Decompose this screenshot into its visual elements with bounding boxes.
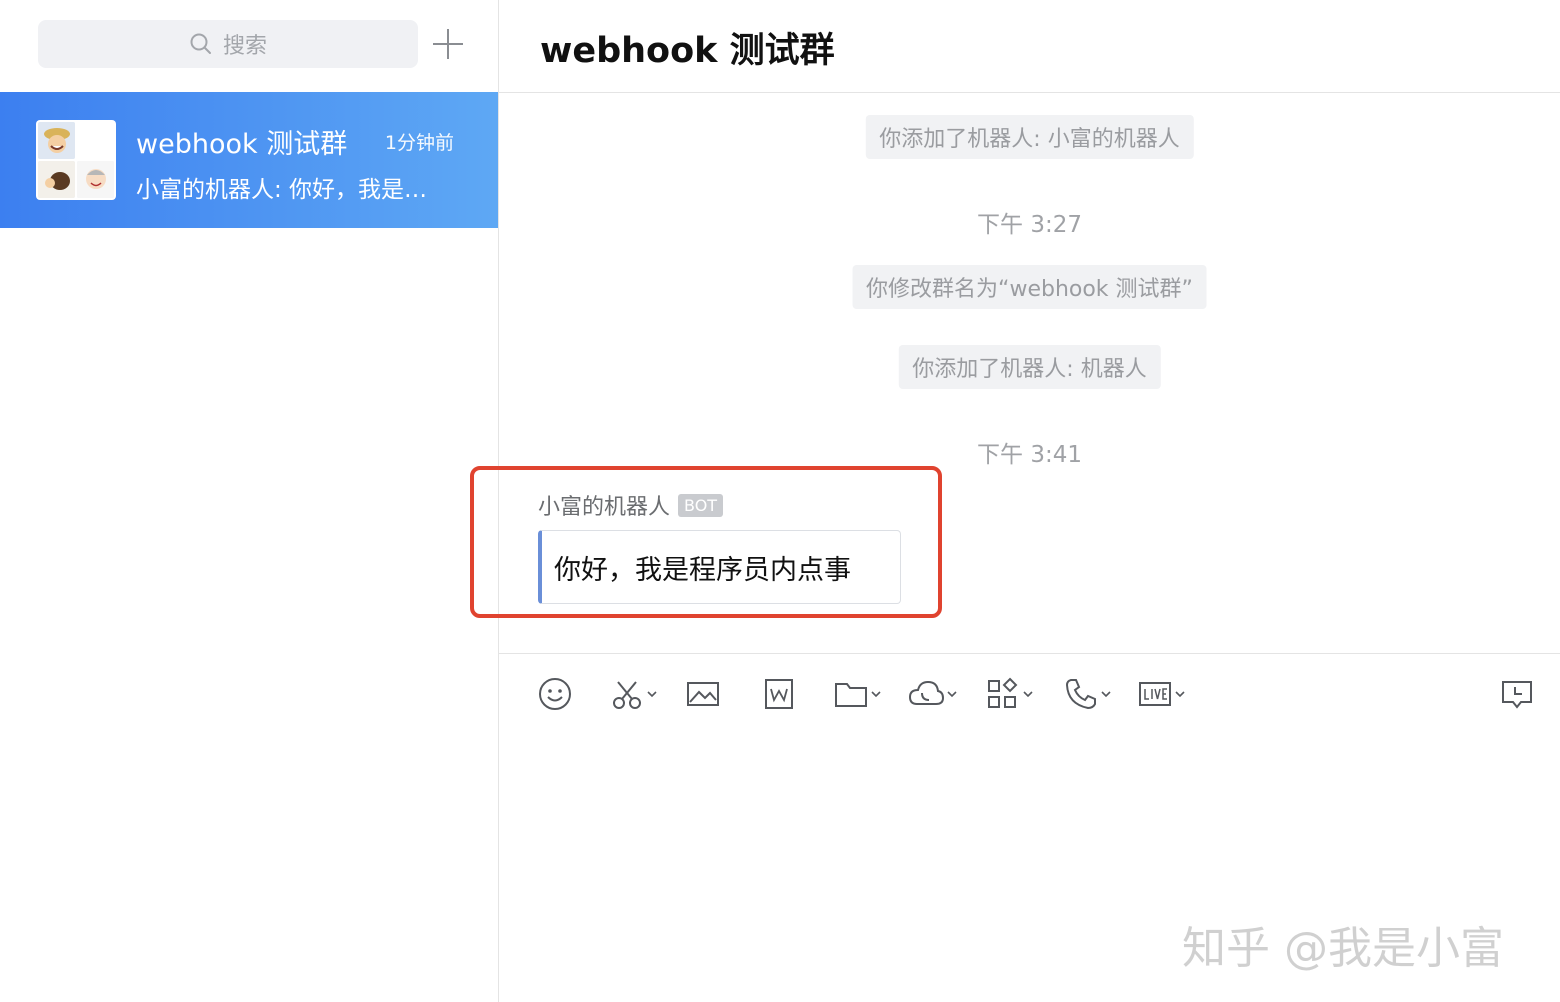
apps-icon: [988, 677, 1018, 708]
chat-header: webhook 测试群: [499, 0, 1560, 93]
apps-button[interactable]: [985, 674, 1035, 714]
message-area[interactable]: 你添加了机器人: 小富的机器人 下午 3:27 你修改群名为“webhook 测…: [470, 93, 1560, 653]
timestamp: 下午 3:41: [977, 442, 1082, 468]
phone-icon: [1065, 679, 1096, 710]
scissors-icon: [613, 681, 641, 709]
member-avatar: [77, 161, 114, 198]
sender-name: 小富的机器人 BOT: [538, 489, 724, 521]
cloud-icon: [908, 680, 945, 705]
chevron-down-icon: [947, 691, 957, 698]
member-avatar: [38, 161, 75, 198]
call-button[interactable]: [1063, 674, 1113, 714]
file-button[interactable]: [833, 674, 883, 714]
search-icon: [190, 33, 211, 54]
chat-record-icon: [1502, 681, 1532, 709]
chat-title: webhook 测试群: [136, 129, 348, 160]
system-notice: 你添加了机器人: 机器人: [898, 345, 1161, 389]
chat-time: 1分钟前: [384, 132, 454, 154]
input-toolbar: [499, 653, 1560, 734]
word-doc-icon: [765, 679, 793, 709]
cloud-button[interactable]: [907, 674, 959, 714]
screenshot-button[interactable]: [609, 674, 659, 714]
sidebar: 搜索 webhook 测试群 1分钟前 小富的机器人: 你好，我是…: [0, 0, 499, 1002]
plus-icon: [433, 29, 463, 59]
message-bubble[interactable]: 你好，我是程序员内点事: [538, 530, 901, 604]
search-placeholder: 搜索: [222, 34, 267, 59]
chevron-down-icon: [871, 691, 881, 698]
message-text: 你好，我是程序员内点事: [554, 554, 851, 586]
group-avatar: [36, 120, 116, 200]
chevron-down-icon: [1101, 691, 1111, 698]
page-title: webhook 测试群: [540, 31, 835, 71]
live-icon: [1139, 682, 1171, 706]
document-button[interactable]: [761, 674, 797, 714]
chat-panel: webhook 测试群 你添加了机器人: 小富的机器人 下午 3:27 你修改群…: [470, 0, 1560, 1002]
chat-preview: 小富的机器人: 你好，我是…: [136, 177, 428, 203]
bot-badge: BOT: [678, 493, 724, 517]
emoji-icon: [539, 678, 571, 710]
image-icon: [687, 682, 719, 706]
live-button[interactable]: [1137, 674, 1187, 714]
member-avatar: [38, 122, 75, 159]
chevron-down-icon: [1175, 691, 1185, 698]
search-input[interactable]: 搜索: [38, 20, 418, 68]
chevron-down-icon: [1023, 691, 1033, 698]
folder-icon: [835, 683, 867, 707]
chevron-down-icon: [647, 691, 657, 698]
system-notice: 你添加了机器人: 小富的机器人: [865, 115, 1194, 159]
empty-avatar-slot: [77, 122, 114, 159]
image-button[interactable]: [685, 674, 721, 714]
sender-label: 小富的机器人: [538, 495, 671, 520]
watermark: 知乎 @我是小富: [1182, 923, 1504, 974]
chat-list-item[interactable]: webhook 测试群 1分钟前 小富的机器人: 你好，我是…: [0, 92, 498, 228]
emoji-button[interactable]: [537, 674, 573, 714]
timestamp: 下午 3:27: [977, 212, 1082, 238]
add-button[interactable]: [428, 24, 468, 64]
system-notice: 你修改群名为“webhook 测试群”: [852, 265, 1207, 309]
chat-record-button[interactable]: [1499, 674, 1535, 714]
